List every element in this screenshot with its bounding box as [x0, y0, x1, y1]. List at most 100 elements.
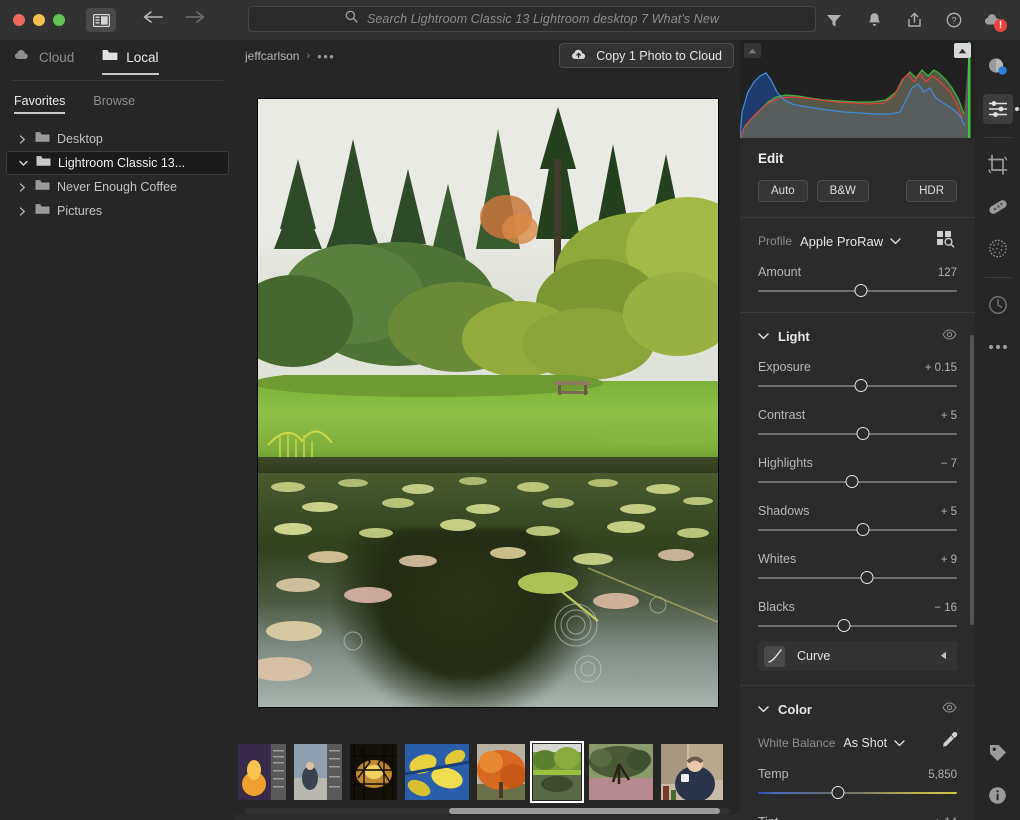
slider-track[interactable] — [758, 571, 957, 585]
photo-stage — [235, 72, 740, 734]
filmstrip-thumb-autumn-orange-tree[interactable] — [477, 744, 526, 800]
slider-handle[interactable] — [845, 475, 859, 488]
triangle-left-icon[interactable] — [940, 647, 947, 665]
slider-label: Temp — [758, 767, 789, 781]
tab-favorites[interactable]: Favorites — [14, 94, 66, 114]
section-title: Color — [778, 701, 812, 717]
chevron-right-icon[interactable] — [16, 206, 28, 216]
minimize-window-button[interactable] — [33, 14, 45, 26]
rail-keywords-tag-icon[interactable] — [983, 738, 1013, 768]
copy-photo-to-cloud-button[interactable]: Copy 1 Photo to Cloud — [559, 43, 734, 68]
filmstrip-thumb-screenshot-person-seated[interactable] — [294, 744, 342, 800]
slider-track[interactable] — [758, 786, 957, 800]
chevron-right-icon[interactable] — [16, 182, 28, 192]
slider-handle[interactable] — [854, 284, 868, 297]
profile-row[interactable]: Profile Apple ProRaw — [758, 231, 957, 250]
chevron-right-icon[interactable] — [16, 134, 28, 144]
sidebar-folder-desktop[interactable]: Desktop — [6, 127, 229, 151]
white-balance-value[interactable]: As Shot — [843, 736, 887, 750]
slider-track[interactable] — [758, 475, 957, 489]
filmstrip-thumb-pond-reflection[interactable] — [530, 741, 584, 803]
visibility-eye-icon[interactable] — [942, 327, 957, 345]
rail-masking-icon[interactable] — [983, 234, 1013, 264]
slider-contrast: Contrast + 5 — [758, 408, 957, 441]
slider-track[interactable] — [758, 619, 957, 633]
profile-browser-icon[interactable] — [933, 228, 957, 250]
rail-edit-sliders-icon[interactable] — [982, 94, 1019, 124]
cloud-sync-error-icon[interactable]: ! — [974, 0, 1014, 40]
slider-label: Exposure — [758, 360, 811, 374]
chevron-down-icon[interactable] — [758, 700, 769, 718]
sidebar-folder-never-enough-coffee[interactable]: Never Enough Coffee — [6, 175, 229, 199]
edit-panel: Edit Auto B&W HDR Profile Apple ProRaw A… — [740, 40, 975, 820]
folder-icon — [36, 154, 51, 172]
slider-track[interactable] — [758, 284, 957, 298]
slider-shadows: Shadows + 5 — [758, 504, 957, 537]
rail-bottom-group — [983, 726, 1013, 810]
panel-layout-icon[interactable] — [86, 8, 116, 32]
chevron-down-icon[interactable] — [894, 734, 905, 752]
tab-browse[interactable]: Browse — [93, 94, 135, 114]
filmstrip-thumbnails — [235, 741, 740, 803]
notifications-bell-icon[interactable] — [854, 0, 894, 40]
chevron-down-icon[interactable] — [890, 232, 901, 250]
chevron-down-icon[interactable] — [17, 160, 29, 167]
white-balance-row[interactable]: White Balance As Shot — [758, 731, 959, 754]
sidebar-tab-local[interactable]: Local — [102, 48, 159, 75]
close-window-button[interactable] — [13, 14, 25, 26]
slider-handle[interactable] — [860, 571, 874, 584]
filmstrip-thumb-screenshot-orange-edit[interactable] — [238, 744, 286, 800]
cloud-upload-icon — [571, 48, 588, 64]
rail-versions-history-icon[interactable] — [983, 290, 1013, 320]
auto-button[interactable]: Auto — [758, 180, 808, 202]
rail-crop-icon[interactable] — [983, 150, 1013, 180]
breadcrumb-root[interactable]: jeffcarlson — [245, 49, 299, 63]
slider-track[interactable] — [758, 523, 957, 537]
edit-panel-scrollbar[interactable] — [970, 335, 974, 625]
sidebar-folder-label: Desktop — [57, 132, 103, 146]
rail-healing-icon[interactable] — [983, 192, 1013, 222]
chevron-down-icon[interactable] — [758, 327, 769, 345]
filmstrip-thumb-yellow-leaves-blue[interactable] — [404, 744, 470, 800]
arrow-left-icon[interactable] — [142, 9, 164, 31]
lightroom-window: Search Lightroom Classic 13 Lightroom de… — [0, 0, 1020, 820]
rail-info-icon[interactable] — [983, 780, 1013, 810]
cloud-icon — [14, 48, 31, 66]
slider-handle[interactable] — [854, 379, 868, 392]
histogram[interactable] — [740, 40, 975, 139]
filmstrip-thumb-sunset-through-branches[interactable] — [350, 744, 397, 800]
sidebar-folder-pictures[interactable]: Pictures — [6, 199, 229, 223]
slider-handle[interactable] — [831, 786, 845, 799]
slider-handle[interactable] — [856, 523, 870, 536]
slider-blacks: Blacks − 16 — [758, 600, 957, 633]
color-section-header[interactable]: Color — [758, 700, 957, 718]
filmstrip — [235, 734, 740, 814]
main-photo-pond-lilypads[interactable] — [256, 98, 719, 708]
histogram-collapse-left-icon[interactable] — [744, 43, 761, 58]
maximize-window-button[interactable] — [53, 14, 65, 26]
sidebar-folder-lightroom-classic[interactable]: Lightroom Classic 13... — [6, 151, 229, 175]
profile-value[interactable]: Apple ProRaw — [800, 234, 883, 249]
share-icon[interactable] — [894, 0, 934, 40]
rail-more-options-icon[interactable] — [983, 332, 1013, 362]
search-input[interactable]: Search Lightroom Classic 13 Lightroom de… — [248, 6, 816, 32]
slider-track[interactable] — [758, 427, 957, 441]
eyedropper-icon[interactable] — [941, 731, 959, 754]
breadcrumb-more[interactable]: ••• — [317, 49, 335, 64]
sidebar-tab-cloud[interactable]: Cloud — [14, 48, 74, 75]
hdr-button[interactable]: HDR — [906, 180, 957, 202]
curve-button[interactable]: Curve — [758, 641, 957, 671]
slider-handle[interactable] — [837, 619, 851, 632]
filmstrip-thumb-tree-pink-petals[interactable] — [589, 744, 653, 800]
filmstrip-thumb-woman-with-mug[interactable] — [661, 744, 723, 802]
visibility-eye-icon[interactable] — [942, 700, 957, 718]
filter-icon[interactable] — [814, 0, 854, 40]
bw-button[interactable]: B&W — [816, 180, 869, 202]
rail-edit-presets-icon[interactable] — [983, 52, 1013, 82]
help-icon[interactable]: ? — [934, 0, 974, 40]
arrow-right-icon[interactable] — [184, 9, 206, 31]
light-section-header[interactable]: Light — [758, 327, 957, 345]
histogram-collapse-right-icon[interactable] — [954, 43, 971, 58]
slider-track[interactable] — [758, 379, 957, 393]
slider-handle[interactable] — [856, 427, 870, 440]
